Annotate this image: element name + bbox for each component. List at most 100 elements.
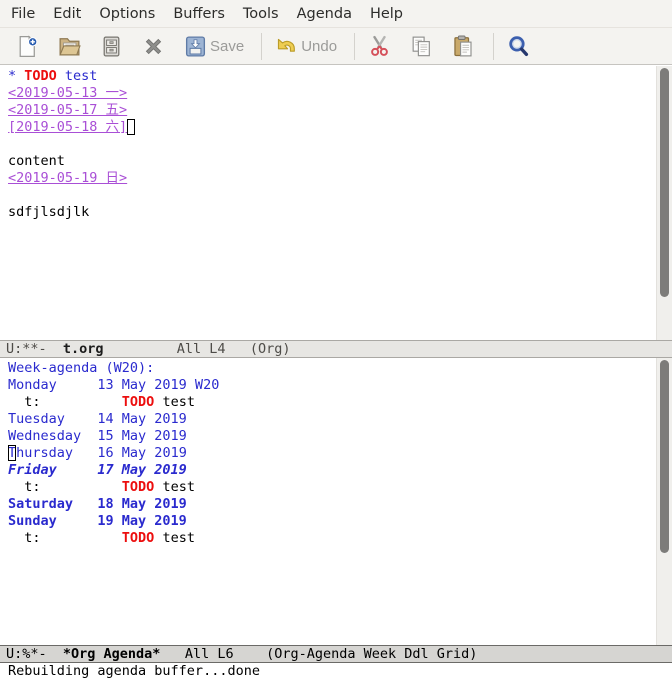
agenda-buffer-text[interactable]: Week-agenda (W20): Monday 13 May 2019 W20… — [0, 358, 656, 645]
text-segment: test — [64, 68, 98, 84]
modeline-buffer-name: *Org Agenda* — [62, 646, 161, 662]
new-file-button[interactable] — [13, 32, 42, 61]
menu-item-options[interactable]: Options — [90, 2, 164, 26]
buffer-line — [8, 136, 656, 153]
agenda-scrollbar[interactable] — [656, 358, 672, 645]
buffer-line: content — [8, 153, 656, 170]
undo-button[interactable]: Undo — [272, 32, 339, 61]
undo-button-label: Undo — [301, 37, 338, 55]
text-segment: t: — [8, 394, 122, 410]
editor-scrollbar[interactable] — [656, 66, 672, 340]
close-buffer-button[interactable] — [139, 32, 168, 61]
text-segment: TODO — [121, 479, 155, 495]
editor-scrollbar-thumb[interactable] — [660, 68, 669, 297]
search-button[interactable] — [504, 32, 533, 61]
menu-item-tools[interactable]: Tools — [234, 2, 288, 26]
buffer-line: <2019-05-19 日> — [8, 170, 656, 187]
emacs-frame: File Edit Options Buffers Tools Agenda Help — [0, 0, 672, 680]
menu-item-agenda[interactable]: Agenda — [288, 2, 361, 26]
text-segment: <2019-05-19 日> — [8, 170, 128, 186]
text-segment: Wednesday 15 May 2019 — [8, 428, 187, 444]
buffer-line: t: TODO test — [8, 530, 656, 547]
open-file-button[interactable] — [55, 32, 84, 61]
toolbar-separator — [493, 32, 495, 60]
toolbar-separator — [354, 32, 356, 60]
save-icon — [185, 35, 206, 57]
buffer-line: Week-agenda (W20): — [8, 360, 656, 377]
modeline-flags: U:**- — [6, 341, 63, 357]
modeline-flags: U:%*- — [6, 646, 63, 662]
text-segment: test — [154, 479, 195, 495]
paste-icon — [454, 35, 472, 56]
text-segment: sdfjlsdjlk — [8, 204, 90, 220]
buffer-line: Sunday 19 May 2019 — [8, 513, 656, 530]
menu-item-help[interactable]: Help — [361, 2, 412, 26]
modeline-info: All L4 (Org) — [103, 341, 291, 357]
text-segment: TODO — [121, 394, 155, 410]
text-segment — [57, 68, 65, 84]
menu-item-buffers[interactable]: Buffers — [164, 2, 234, 26]
save-button[interactable]: Save — [181, 32, 246, 61]
buffer-line: Tuesday 14 May 2019 — [8, 411, 656, 428]
new-file-icon — [19, 34, 38, 57]
text-segment: TODO — [121, 530, 155, 546]
text-segment: Friday 17 May 2019 — [8, 462, 187, 478]
text-segment: * — [8, 68, 25, 84]
buffer-line: Thursday 16 May 2019 — [8, 445, 656, 462]
copy-button[interactable] — [407, 32, 436, 61]
buffer-line: Saturday 18 May 2019 — [8, 496, 656, 513]
text-segment: Tuesday 14 May 2019 — [8, 411, 187, 427]
magnifier-icon — [509, 35, 529, 56]
buffer-line: <2019-05-17 五> — [8, 102, 656, 119]
dired-button[interactable] — [97, 32, 126, 61]
echo-area[interactable]: Rebuilding agenda buffer...done — [0, 663, 672, 680]
modeline-buffer-name: t.org — [62, 341, 104, 357]
buffer-line: [2019-05-18 六] — [8, 119, 656, 136]
buffer-line: <2019-05-13 一> — [8, 85, 656, 102]
text-segment: <2019-05-17 五> — [8, 102, 128, 118]
text-segment: Week-agenda (W20): — [8, 360, 155, 376]
buffer-line: t: TODO test — [8, 479, 656, 496]
modeline-org-buffer[interactable]: U:**- t.org All L4 (Org) — [0, 340, 672, 358]
close-x-icon — [145, 38, 162, 54]
org-buffer-text[interactable]: * TODO test <2019-05-13 一> <2019-05-17 五>[… — [0, 66, 656, 340]
text-segment: test — [154, 530, 195, 546]
text-cursor — [127, 119, 135, 135]
menu-bar: File Edit Options Buffers Tools Agenda Help — [0, 0, 672, 28]
text-segment: t: — [8, 479, 122, 495]
text-cursor: T — [8, 445, 17, 461]
cut-button[interactable] — [365, 32, 394, 61]
text-segment: <2019-05-13 一> — [8, 85, 128, 101]
buffer-line — [8, 187, 656, 204]
file-cabinet-icon — [103, 36, 120, 56]
text-segment: Sunday 19 May 2019 — [8, 513, 187, 529]
save-button-label: Save — [210, 37, 245, 55]
text-segment: [2019-05-18 六] — [8, 119, 128, 135]
agenda-scrollbar-thumb[interactable] — [660, 360, 669, 553]
buffer-line: Friday 17 May 2019 — [8, 462, 656, 479]
copy-icon — [412, 36, 430, 56]
modeline-info: All L6 (Org-Agenda Week Ddl Grid) — [160, 646, 478, 662]
buffer-line: Monday 13 May 2019 W20 — [8, 377, 656, 394]
toolbar-separator — [261, 32, 263, 60]
buffer-line: Wednesday 15 May 2019 — [8, 428, 656, 445]
undo-icon — [278, 38, 296, 52]
org-buffer-window: * TODO test <2019-05-13 一> <2019-05-17 五>[… — [0, 66, 672, 340]
agenda-window: Week-agenda (W20): Monday 13 May 2019 W20… — [0, 358, 672, 645]
menu-item-edit[interactable]: Edit — [44, 2, 90, 26]
tool-bar: Save Undo — [0, 28, 672, 65]
text-segment: Monday 13 May 2019 W20 — [8, 377, 220, 393]
text-segment: Saturday 18 May 2019 — [8, 496, 187, 512]
text-segment: content — [8, 153, 65, 169]
text-segment: TODO — [24, 68, 57, 84]
buffer-line: t: TODO test — [8, 394, 656, 411]
buffer-line: sdfjlsdjlk — [8, 204, 656, 221]
open-folder-icon — [59, 37, 81, 55]
text-segment: test — [154, 394, 195, 410]
scissors-icon — [371, 35, 388, 56]
text-segment: t: — [8, 530, 122, 546]
menu-item-file[interactable]: File — [2, 2, 44, 26]
buffer-line: * TODO test — [8, 68, 656, 85]
paste-button[interactable] — [449, 32, 478, 61]
modeline-agenda[interactable]: U:%*- *Org Agenda* All L6 (Org-Agenda We… — [0, 645, 672, 663]
